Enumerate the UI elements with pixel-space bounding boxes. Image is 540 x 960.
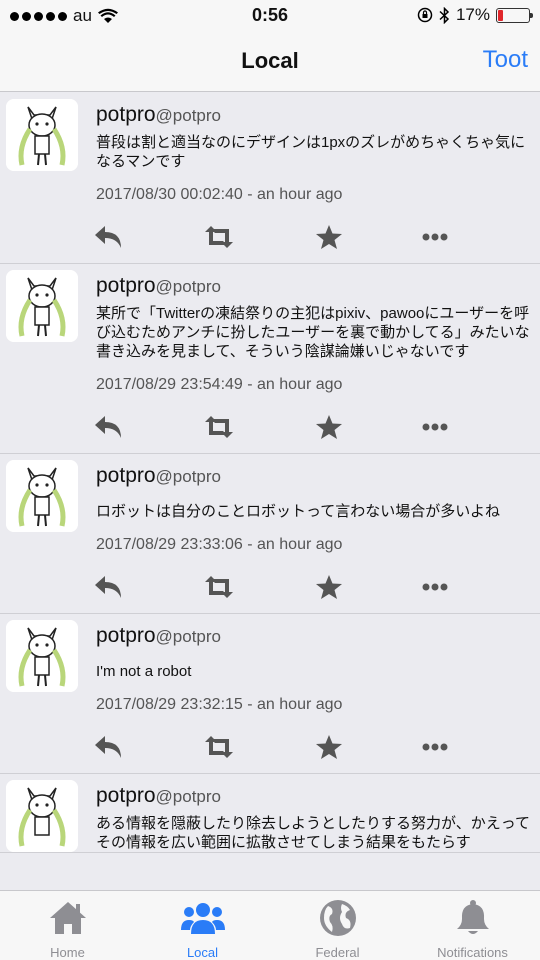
display-name[interactable]: potpro xyxy=(96,103,156,126)
post-timestamp: 2017/08/29 23:54:49 - an hour ago xyxy=(96,376,343,393)
reply-icon[interactable] xyxy=(92,223,126,251)
post-text: ある情報を隠蔽したり除去しようとしたりする努力が、かえってその情報を広い範囲に拡… xyxy=(96,815,530,851)
user-handle[interactable]: @potpro xyxy=(156,106,221,125)
more-icon[interactable] xyxy=(418,223,452,251)
post-timestamp: 2017/08/30 00:02:40 - an hour ago xyxy=(96,186,343,203)
page-title: Local xyxy=(241,48,299,73)
post-header: potpro@potpro xyxy=(96,272,530,301)
battery-percent: 17% xyxy=(455,5,490,24)
tab-local[interactable]: Local xyxy=(135,897,270,960)
post-header: potpro@potpro xyxy=(96,782,530,811)
avatar-image xyxy=(6,99,78,171)
tab-home[interactable]: Home xyxy=(0,897,135,960)
rotation-lock-icon xyxy=(417,7,433,23)
post-actions xyxy=(95,721,530,773)
bell-icon xyxy=(405,897,540,939)
reply-icon[interactable] xyxy=(92,733,126,761)
more-icon[interactable] xyxy=(418,733,452,761)
favourite-icon[interactable] xyxy=(312,733,346,761)
post-text: I'm not a robot xyxy=(96,663,192,680)
tab-label: Notifications xyxy=(437,945,508,960)
tab-bar: Home Local Federal Notifications xyxy=(0,890,540,960)
post-header: potpro@potpro xyxy=(96,101,530,130)
boost-icon[interactable] xyxy=(202,733,236,761)
post[interactable]: potpro@potpro ある情報を隠蔽したり除去しようとしたりする努力が、か… xyxy=(0,774,540,853)
avatar-image xyxy=(6,270,78,342)
avatar-image xyxy=(6,620,78,692)
user-handle[interactable]: @potpro xyxy=(156,467,221,486)
post-text: 某所で「Twitterの凍結祭りの主犯はpixiv、pawooにユーザーを呼び込… xyxy=(96,305,530,360)
avatar[interactable] xyxy=(6,99,78,171)
favourite-icon[interactable] xyxy=(312,573,346,601)
more-icon[interactable] xyxy=(418,573,452,601)
post[interactable]: potpro@potpro 某所で「Twitterの凍結祭りの主犯はpixiv、… xyxy=(0,264,540,454)
tab-label: Local xyxy=(186,945,219,960)
boost-icon[interactable] xyxy=(202,573,236,601)
display-name[interactable]: potpro xyxy=(96,784,156,807)
post-header: potpro@potpro xyxy=(96,462,530,491)
display-name[interactable]: potpro xyxy=(96,464,156,487)
tab-federal[interactable]: Federal xyxy=(270,897,405,960)
battery-icon xyxy=(496,7,533,23)
post-actions xyxy=(95,211,530,263)
avatar[interactable] xyxy=(6,620,78,692)
avatar[interactable] xyxy=(6,270,78,342)
favourite-icon[interactable] xyxy=(312,413,346,441)
tab-label: Federal xyxy=(315,945,360,960)
status-bar: au 0:56 17% xyxy=(0,0,540,32)
status-right: 17% xyxy=(417,5,533,25)
avatar[interactable] xyxy=(6,780,78,852)
user-handle[interactable]: @potpro xyxy=(156,277,221,296)
timeline-feed[interactable]: potpro@potpro 普段は割と適当なのにデザインは1pxのズレがめちゃく… xyxy=(0,93,540,889)
reply-icon[interactable] xyxy=(92,413,126,441)
user-handle[interactable]: @potpro xyxy=(156,787,221,806)
display-name[interactable]: potpro xyxy=(96,274,156,297)
display-name[interactable]: potpro xyxy=(96,624,156,647)
reply-icon[interactable] xyxy=(92,573,126,601)
post-actions xyxy=(95,561,530,613)
post[interactable]: potpro@potpro I'm not a robot 2017/08/29… xyxy=(0,614,540,774)
boost-icon[interactable] xyxy=(202,223,236,251)
post-text: 普段は割と適当なのにデザインは1pxのズレがめちゃくちゃ気になるマンです xyxy=(96,134,526,170)
post-text: ロボットは自分のことロボットって言わない場合が多いよね xyxy=(96,503,500,520)
globe-icon xyxy=(270,897,405,939)
post[interactable]: potpro@potpro 普段は割と適当なのにデザインは1pxのズレがめちゃく… xyxy=(0,93,540,264)
navbar: Local Toot xyxy=(0,32,540,92)
avatar-image xyxy=(6,780,78,852)
tab-notifications[interactable]: Notifications xyxy=(405,897,540,960)
boost-icon[interactable] xyxy=(202,413,236,441)
avatar[interactable] xyxy=(6,460,78,532)
more-icon[interactable] xyxy=(418,413,452,441)
toot-button[interactable]: Toot xyxy=(483,46,528,74)
post-timestamp: 2017/08/29 23:33:06 - an hour ago xyxy=(96,536,343,553)
user-handle[interactable]: @potpro xyxy=(156,627,221,646)
tab-label: Home xyxy=(50,945,85,960)
post-actions xyxy=(95,401,530,453)
avatar-image xyxy=(6,460,78,532)
home-icon xyxy=(0,897,135,939)
bluetooth-icon xyxy=(439,6,450,24)
post[interactable]: potpro@potpro ロボットは自分のことロボットって言わない場合が多いよ… xyxy=(0,454,540,614)
users-icon xyxy=(135,897,270,939)
post-header: potpro@potpro xyxy=(96,622,530,651)
post-timestamp: 2017/08/29 23:32:15 - an hour ago xyxy=(96,696,343,713)
favourite-icon[interactable] xyxy=(312,223,346,251)
